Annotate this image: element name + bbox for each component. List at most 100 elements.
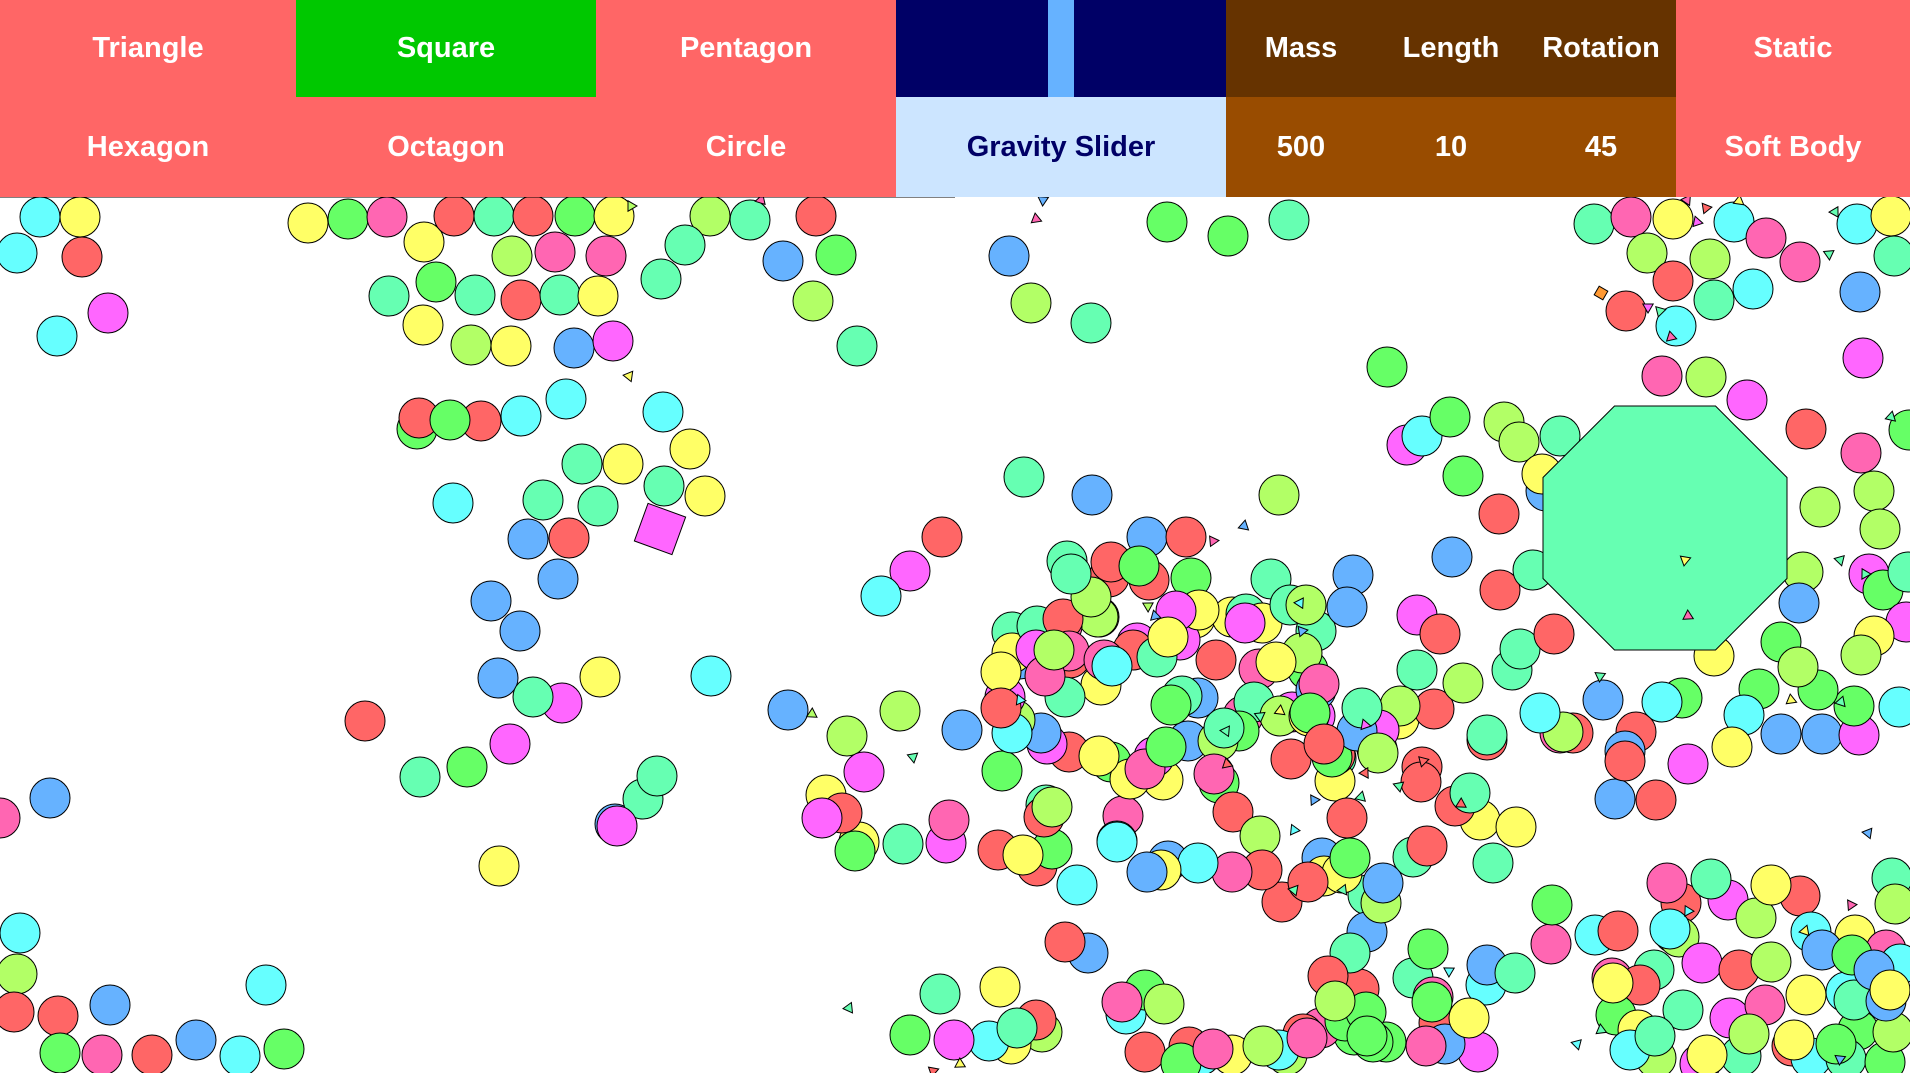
ball[interactable] (1150, 684, 1192, 726)
small-triangle-body[interactable] (1310, 794, 1322, 807)
ball[interactable] (1010, 282, 1052, 324)
ball[interactable] (1634, 1015, 1676, 1057)
ball[interactable] (792, 280, 834, 322)
octagon-button[interactable]: Octagon (296, 97, 596, 197)
ball[interactable] (1101, 981, 1143, 1023)
ball[interactable] (579, 656, 621, 698)
ball[interactable] (507, 518, 549, 560)
ball[interactable] (1530, 923, 1572, 965)
ball[interactable] (1870, 195, 1910, 237)
ball[interactable] (131, 1034, 173, 1073)
small-triangle-body[interactable] (1847, 899, 1858, 912)
ball[interactable] (921, 516, 963, 558)
ball[interactable] (1646, 862, 1688, 904)
small-square-body[interactable] (1593, 285, 1609, 301)
ball[interactable] (1146, 201, 1188, 243)
ball[interactable] (1203, 707, 1245, 749)
ball[interactable] (1033, 629, 1075, 671)
ball[interactable] (1145, 726, 1187, 768)
ball[interactable] (454, 274, 496, 316)
ball[interactable] (1031, 786, 1073, 828)
ball[interactable] (477, 657, 519, 699)
ball[interactable] (0, 912, 41, 954)
triangle-button[interactable]: Triangle (0, 0, 296, 97)
ball[interactable] (1071, 474, 1113, 516)
soft-body-button[interactable]: Soft Body (1676, 97, 1910, 197)
ball[interactable] (1592, 962, 1634, 1004)
ball[interactable] (402, 304, 444, 346)
ball[interactable] (1192, 1028, 1234, 1070)
ball[interactable] (801, 797, 843, 839)
ball[interactable] (1303, 723, 1345, 765)
ball[interactable] (1836, 203, 1878, 245)
ball[interactable] (1195, 639, 1237, 681)
ball[interactable] (500, 395, 542, 437)
ball[interactable] (1773, 1019, 1815, 1061)
ball[interactable] (577, 485, 619, 527)
ball[interactable] (1582, 679, 1624, 721)
small-triangle-body[interactable] (1289, 823, 1301, 836)
ball[interactable] (1407, 928, 1449, 970)
ball[interactable] (1801, 713, 1843, 755)
ball[interactable] (1419, 613, 1461, 655)
ball[interactable] (1777, 646, 1819, 688)
small-triangle-body[interactable] (842, 1001, 854, 1014)
ball[interactable] (1143, 983, 1185, 1025)
ball[interactable] (602, 443, 644, 485)
ball[interactable] (1693, 279, 1735, 321)
ball[interactable] (327, 198, 369, 240)
ball[interactable] (0, 991, 35, 1033)
square-button[interactable]: Square (296, 0, 596, 97)
ball[interactable] (36, 315, 78, 357)
ball[interactable] (1878, 686, 1910, 728)
ball[interactable] (1641, 355, 1683, 397)
ball[interactable] (1750, 941, 1792, 983)
small-triangle-body[interactable] (1785, 693, 1798, 705)
gravity-slider[interactable] (896, 0, 1226, 97)
ball[interactable] (879, 690, 921, 732)
ball[interactable] (368, 275, 410, 317)
ball[interactable] (415, 261, 457, 303)
ball[interactable] (1207, 215, 1249, 257)
ball[interactable] (429, 399, 471, 441)
ball[interactable] (1750, 864, 1792, 906)
ball[interactable] (980, 687, 1022, 729)
ball[interactable] (1242, 1025, 1284, 1067)
ball[interactable] (19, 196, 61, 238)
ball[interactable] (522, 479, 564, 521)
ball[interactable] (263, 1028, 305, 1070)
ball[interactable] (1366, 346, 1408, 388)
pentagon-button[interactable]: Pentagon (596, 0, 896, 97)
small-triangle-body[interactable] (1443, 967, 1456, 979)
ball[interactable] (1147, 616, 1189, 658)
ball[interactable] (1326, 797, 1368, 839)
ball[interactable] (640, 258, 682, 300)
ball[interactable] (690, 655, 732, 697)
ball[interactable] (1411, 981, 1453, 1023)
ball[interactable] (1873, 235, 1910, 277)
ball[interactable] (59, 196, 101, 238)
ball[interactable] (175, 1019, 217, 1061)
ball[interactable] (1177, 842, 1219, 884)
ball[interactable] (1519, 692, 1561, 734)
ball[interactable] (882, 823, 924, 865)
mass-value[interactable]: 500 (1226, 97, 1376, 197)
small-triangle-body[interactable] (1701, 202, 1713, 215)
ball[interactable] (1667, 743, 1709, 785)
ball[interactable] (1778, 582, 1820, 624)
ball[interactable] (1745, 217, 1787, 259)
ball[interactable] (537, 558, 579, 600)
ball[interactable] (1002, 834, 1044, 876)
ball[interactable] (1494, 952, 1536, 994)
ball[interactable] (1495, 806, 1537, 848)
ball[interactable] (1711, 726, 1753, 768)
ball[interactable] (450, 324, 492, 366)
ball[interactable] (1605, 290, 1647, 332)
small-triangle-body[interactable] (1827, 205, 1839, 218)
ball[interactable] (1681, 942, 1723, 984)
ball[interactable] (860, 575, 902, 617)
ball[interactable] (815, 234, 857, 276)
ball[interactable] (1478, 493, 1520, 535)
ball[interactable] (548, 517, 590, 559)
ball[interactable] (1689, 238, 1731, 280)
